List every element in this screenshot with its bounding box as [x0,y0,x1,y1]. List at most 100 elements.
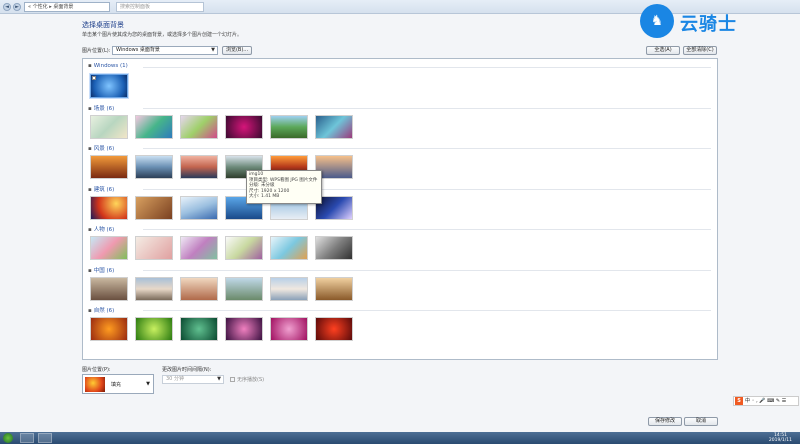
wallpaper-gallery[interactable]: ▪ Windows (1) ▪ 场景 (6) ▪ 风景 (6) ▪ 建筑 (6) ▪ 人物 (6)… [82,58,718,360]
wallpaper-thumbnail[interactable] [90,236,128,260]
interval-select[interactable]: 30 分钟 ▼ [162,375,224,384]
wallpaper-thumbnail[interactable] [315,236,353,260]
wallpaper-thumbnail[interactable] [315,115,353,139]
group-header[interactable]: ▪ Windows (1) [88,63,128,71]
group-header[interactable]: ▪ 风景 (6) [88,144,114,152]
group-header[interactable]: ▪ 建筑 (6) [88,185,114,193]
wallpaper-thumbnail[interactable] [135,155,173,179]
wallpaper-thumbnail[interactable] [180,317,218,341]
yunqishi-logo: ♞ 云骑士 [640,4,780,38]
position-label: 图片位置(P): [82,367,111,373]
group-header[interactable]: ▪ 自然 (6) [88,306,114,314]
checkbox-icon[interactable] [92,76,96,80]
sogou-icon: S [735,397,743,405]
cancel-button[interactable]: 取消 [684,417,718,426]
wallpaper-thumbnail[interactable] [315,277,353,301]
wallpaper-thumbnail[interactable] [180,196,218,220]
wallpaper-thumbnail[interactable] [180,236,218,260]
wallpaper-thumbnail[interactable] [270,317,308,341]
shuffle-label: 无序播放(S) [237,377,265,383]
thumbnail-tooltip: img10 项目类型: WPS看图 JPG 图片文件 分级: 未分级 尺寸: 1… [246,170,322,204]
position-select[interactable]: 填充 ▼ [82,374,154,394]
location-value: Windows 桌面背景 [116,47,160,53]
wallpaper-thumbnail[interactable] [270,236,308,260]
wallpaper-thumbnail[interactable] [90,196,128,220]
wallpaper-thumbnail[interactable] [90,155,128,179]
collapse-icon: ▪ [88,187,92,193]
group-header[interactable]: ▪ 人物 (6) [88,225,114,233]
collapse-icon: ▪ [88,146,92,152]
interval-value: 30 分钟 [166,376,184,382]
chevron-down-icon: ▼ [146,381,150,387]
collapse-icon: ▪ [88,227,92,233]
location-select[interactable]: Windows 桌面背景 ▼ [112,46,218,55]
address-bar[interactable]: « 个性化 ▸ 桌面背景 [24,2,110,12]
clear-all-button[interactable]: 全部清除(C) [683,46,717,55]
collapse-icon: ▪ [88,106,92,112]
wallpaper-thumbnail[interactable] [89,73,129,99]
wallpaper-thumbnail[interactable] [180,155,218,179]
checkbox-icon [230,377,235,382]
collapse-icon: ▪ [88,63,92,69]
logo-text: 云骑士 [680,14,737,35]
wallpaper-thumbnail[interactable] [135,236,173,260]
group-label: Windows (1) [93,63,128,69]
clock-date: 2019/1/11 [768,438,792,443]
taskbar: 14:51 2019/1/11 [0,432,800,444]
wallpaper-thumbnail[interactable] [225,236,263,260]
group-divider [143,229,711,230]
group-label: 场景 (6) [93,106,115,112]
ime-toolbar[interactable]: S中 ◦ , 🎤 ⌨ ✎ ☰ [733,396,799,406]
wallpaper-thumbnail[interactable] [225,277,263,301]
taskbar-item-window[interactable] [38,433,52,443]
ime-label: 中 ◦ , 🎤 ⌨ ✎ ☰ [745,398,787,404]
chevron-down-icon: ▼ [211,47,215,53]
group-label: 自然 (6) [93,308,115,314]
wallpaper-thumbnail[interactable] [270,115,308,139]
wallpaper-thumbnail[interactable] [180,277,218,301]
wallpaper-thumbnail[interactable] [225,115,263,139]
wallpaper-thumbnail[interactable] [180,115,218,139]
wallpaper-thumbnail[interactable] [315,317,353,341]
group-divider [143,310,711,311]
browse-button[interactable]: 浏览(B)... [222,46,252,55]
group-label: 建筑 (6) [93,187,115,193]
group-header[interactable]: ▪ 中国 (6) [88,266,114,274]
save-button[interactable]: 保存修改 [648,417,682,426]
group-label: 中国 (6) [93,268,115,274]
back-button[interactable]: ◄ [3,3,11,11]
group-label: 人物 (6) [93,227,115,233]
wallpaper-thumbnail[interactable] [90,317,128,341]
group-label: 风景 (6) [93,146,115,152]
interval-label: 更改图片时间间隔(N): [162,367,212,373]
position-preview [85,377,105,392]
knight-icon: ♞ [640,4,674,38]
wallpaper-thumbnail[interactable] [135,115,173,139]
page-subtitle: 单击某个图片使其成为您的桌面背景，或选择多个图片创建一个幻灯片。 [82,32,243,38]
group-header[interactable]: ▪ 场景 (6) [88,104,114,112]
wallpaper-thumbnail[interactable] [270,277,308,301]
position-value: 填充 [111,382,122,388]
search-input[interactable]: 搜索控制面板 [116,2,204,12]
group-divider [143,189,711,190]
location-label: 图片位置(L): [82,48,111,54]
collapse-icon: ▪ [88,308,92,314]
wallpaper-thumbnail[interactable] [135,277,173,301]
chevron-down-icon: ▼ [217,376,221,382]
clock[interactable]: 14:51 2019/1/11 [769,433,792,443]
group-divider [143,67,711,68]
shuffle-checkbox[interactable]: 无序播放(S) [230,376,264,383]
wallpaper-thumbnail[interactable] [135,317,173,341]
wallpaper-thumbnail[interactable] [90,115,128,139]
wallpaper-thumbnail[interactable] [135,196,173,220]
collapse-icon: ▪ [88,268,92,274]
group-divider [143,148,711,149]
start-button[interactable] [3,433,13,443]
group-divider [143,108,711,109]
forward-button[interactable]: ► [13,3,21,11]
page-title: 选择桌面背景 [82,21,124,29]
wallpaper-thumbnail[interactable] [225,317,263,341]
select-all-button[interactable]: 全选(A) [646,46,680,55]
taskbar-item-explorer[interactable] [20,433,34,443]
wallpaper-thumbnail[interactable] [90,277,128,301]
